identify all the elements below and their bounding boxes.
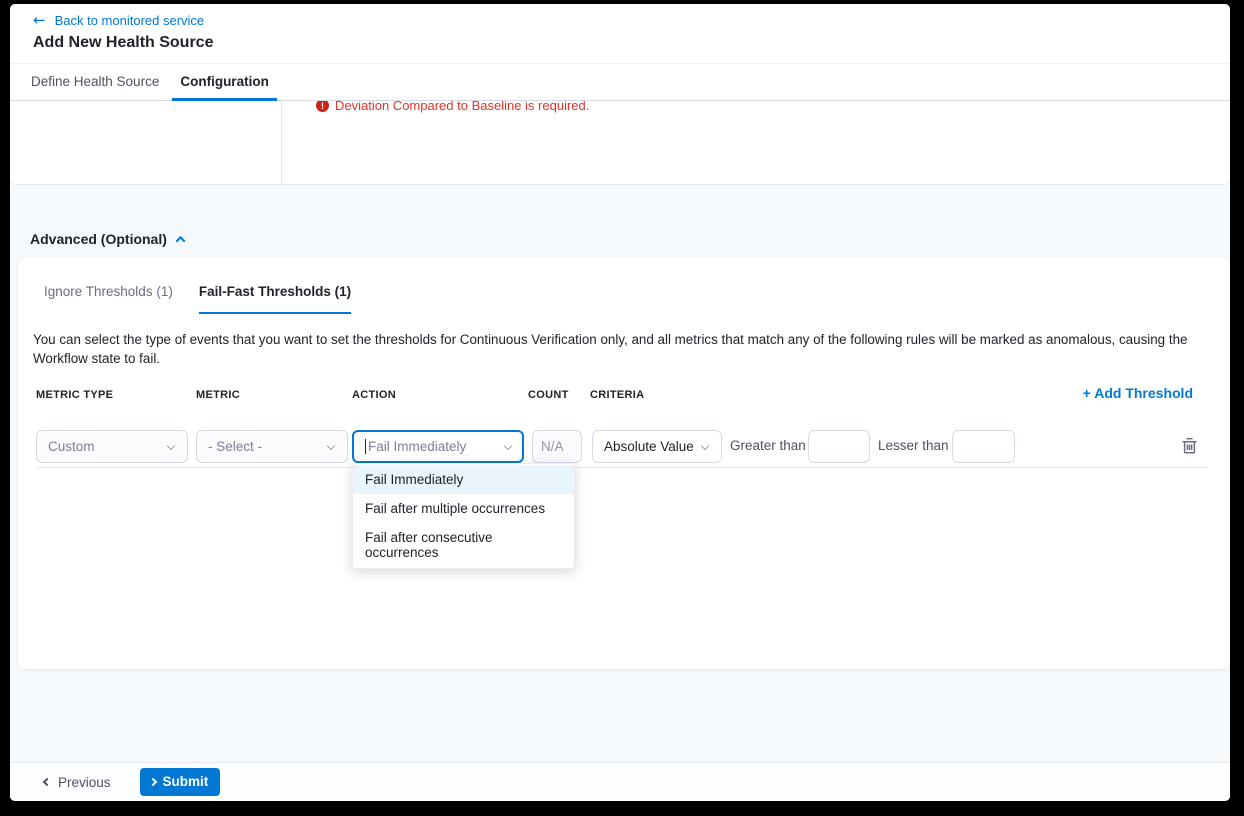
error-icon: ! <box>316 101 329 112</box>
page-title: Add New Health Source <box>33 34 213 52</box>
tab-ignore-thresholds[interactable]: Ignore Thresholds (1) <box>44 284 173 314</box>
action-value: Fail Immediately <box>368 439 466 454</box>
tab-fail-fast-thresholds[interactable]: Fail-Fast Thresholds (1) <box>199 284 351 314</box>
count-input[interactable] <box>532 430 582 463</box>
back-arrow-icon: ← <box>33 14 46 27</box>
submit-label: Submit <box>163 774 209 789</box>
previous-button[interactable]: Previous <box>44 775 111 790</box>
error-message: Deviation Compared to Baseline is requir… <box>335 101 589 113</box>
submit-button[interactable]: Submit <box>140 768 221 796</box>
thresholds-description: You can select the type of events that y… <box>33 330 1211 368</box>
configuration-panel: ! Deviation Compared to Baseline is requ… <box>10 101 1230 185</box>
chevron-down-icon <box>701 442 709 450</box>
back-to-monitored-service-link[interactable]: ← Back to monitored service <box>33 13 204 28</box>
back-link-label: Back to monitored service <box>55 13 205 28</box>
column-header-metric: METRIC <box>196 389 240 401</box>
trash-icon <box>1181 437 1198 455</box>
main-tab-bar: Define Health Source Configuration <box>10 64 1230 101</box>
validation-error: ! Deviation Compared to Baseline is requ… <box>316 101 589 113</box>
criteria-select[interactable]: Absolute Value <box>592 430 722 463</box>
dialog-header: ← Back to monitored service Add New Heal… <box>10 4 1230 64</box>
dropdown-option-fail-immediately[interactable]: Fail Immediately <box>353 465 574 494</box>
dropdown-option-fail-after-multiple[interactable]: Fail after multiple occurrences <box>353 494 574 523</box>
chevron-down-icon <box>504 442 512 450</box>
column-header-criteria: CRITERIA <box>590 389 644 401</box>
tab-configuration[interactable]: Configuration <box>172 64 276 101</box>
add-threshold-button[interactable]: + Add Threshold <box>1083 385 1193 401</box>
tab-define-health-source[interactable]: Define Health Source <box>23 64 167 101</box>
advanced-thresholds-card: Ignore Thresholds (1) Fail-Fast Threshol… <box>18 258 1230 669</box>
dropdown-option-fail-after-consecutive[interactable]: Fail after consecutive occurrences <box>353 523 574 567</box>
row-divider <box>36 467 1208 468</box>
column-header-metric-type: METRIC TYPE <box>36 389 113 401</box>
advanced-optional-label: Advanced (Optional) <box>30 231 167 247</box>
previous-label: Previous <box>58 775 111 790</box>
metric-value: - Select - <box>208 439 262 454</box>
metric-select[interactable]: - Select - <box>196 430 348 463</box>
text-cursor <box>365 439 366 454</box>
delete-threshold-button[interactable] <box>1179 437 1199 457</box>
column-header-count: COUNT <box>528 389 569 401</box>
action-select[interactable]: Fail Immediately <box>352 430 524 463</box>
thresholds-tab-bar: Ignore Thresholds (1) Fail-Fast Threshol… <box>44 284 351 314</box>
advanced-optional-toggle[interactable]: Advanced (Optional) <box>30 231 184 247</box>
footer-bar: Previous Submit <box>10 762 1230 801</box>
threshold-row: Custom - Select - Fail Immediately Absol… <box>18 430 1230 463</box>
add-health-source-dialog: ← Back to monitored service Add New Heal… <box>10 4 1230 801</box>
metric-type-value: Custom <box>48 439 95 454</box>
chevron-down-icon <box>167 442 175 450</box>
action-dropdown-menu: Fail Immediately Fail after multiple occ… <box>352 463 575 569</box>
criteria-value: Absolute Value <box>604 439 694 454</box>
chevron-down-icon <box>327 442 335 450</box>
greater-than-input[interactable] <box>808 430 870 463</box>
lesser-than-label: Lesser than <box>878 438 949 453</box>
configuration-left-pane <box>10 101 282 184</box>
chevron-left-icon <box>43 778 51 786</box>
column-header-action: ACTION <box>352 389 396 401</box>
lesser-than-input[interactable] <box>952 430 1015 463</box>
chevron-right-icon <box>148 777 156 785</box>
metric-type-select[interactable]: Custom <box>36 430 188 463</box>
chevron-up-icon <box>175 235 185 245</box>
greater-than-label: Greater than <box>730 438 806 453</box>
